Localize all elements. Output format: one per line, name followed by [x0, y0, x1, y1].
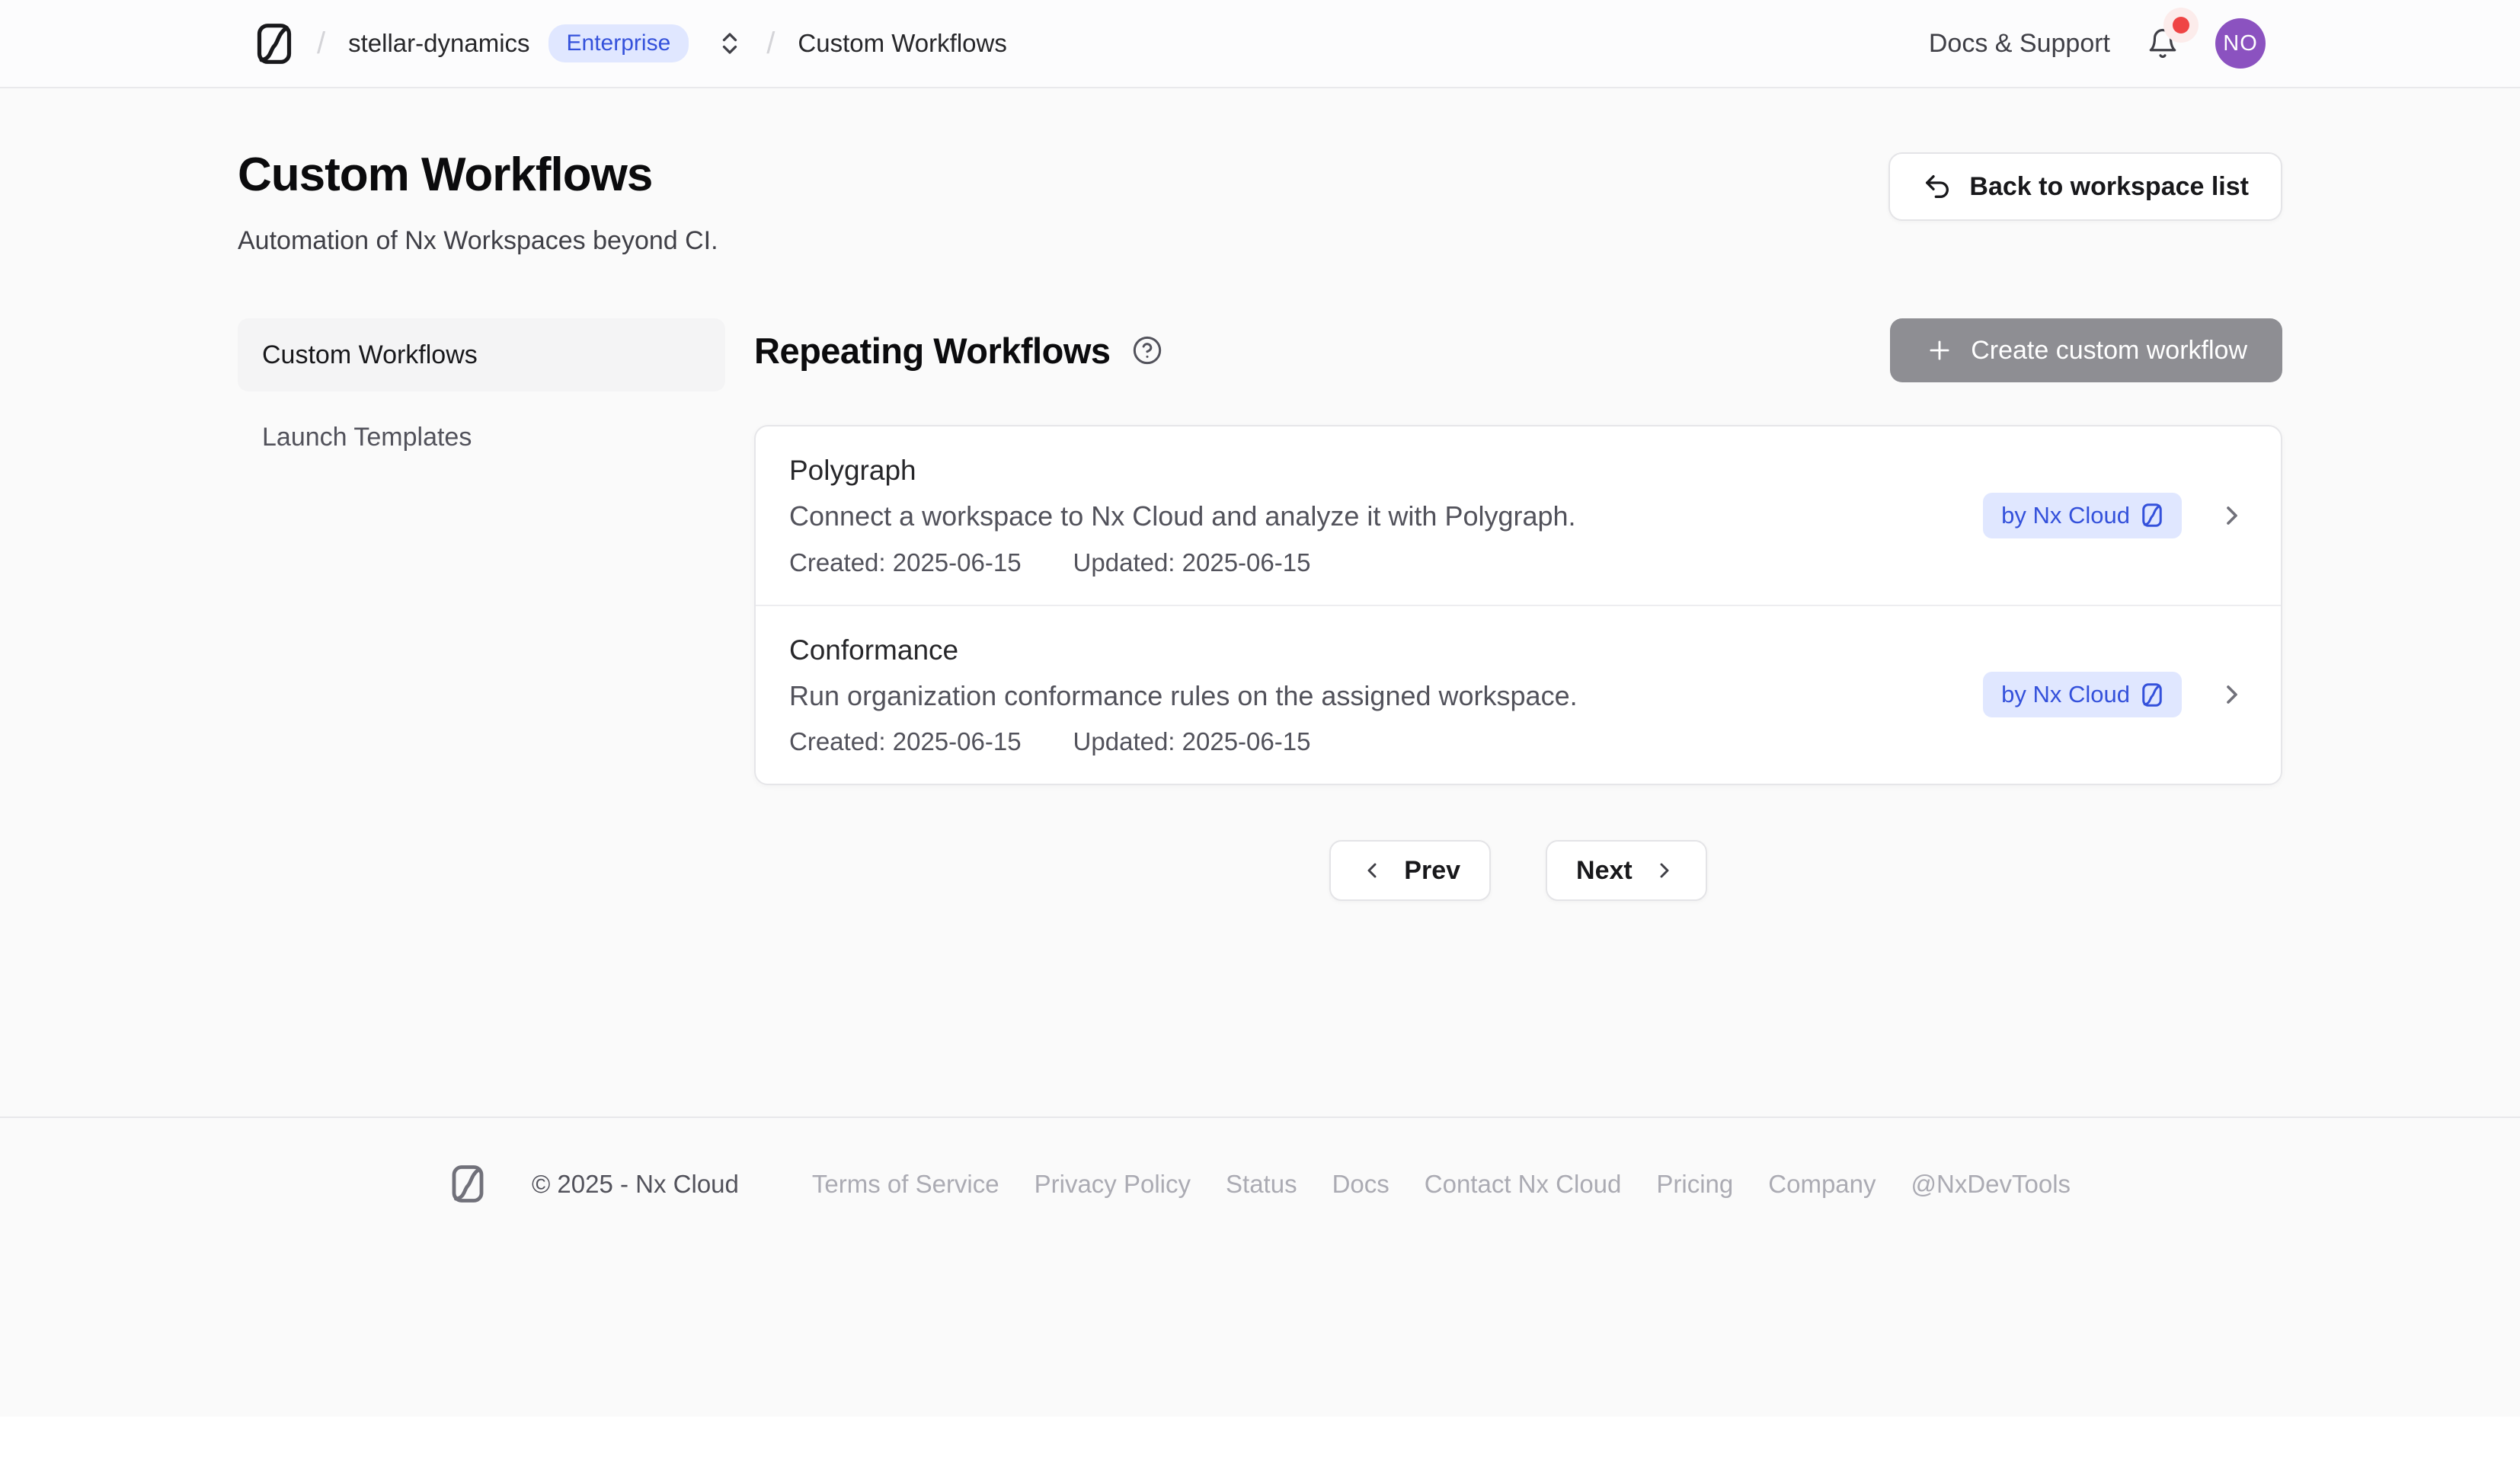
- workflow-description: Connect a workspace to Nx Cloud and anal…: [789, 500, 1983, 532]
- workflow-row-polygraph[interactable]: Polygraph Connect a workspace to Nx Clou…: [756, 426, 2281, 605]
- workflow-updated: Updated: 2025-06-15: [1073, 548, 1311, 577]
- workflow-row-conformance[interactable]: Conformance Run organization conformance…: [756, 605, 2281, 784]
- breadcrumb-separator: /: [766, 27, 775, 61]
- create-custom-workflow-button[interactable]: Create custom workflow: [1890, 318, 2282, 382]
- chevrons-up-down-icon[interactable]: [716, 30, 744, 57]
- footer-link-privacy[interactable]: Privacy Policy: [1035, 1170, 1191, 1199]
- app-root: / stellar-dynamics Enterprise / Custom W…: [0, 0, 2520, 1417]
- footer-link-contact[interactable]: Contact Nx Cloud: [1425, 1170, 1622, 1199]
- breadcrumb-separator: /: [317, 27, 325, 61]
- nx-cloud-logo-icon[interactable]: [254, 22, 294, 65]
- copyright-text: © 2025 - Nx Cloud: [532, 1170, 739, 1199]
- undo-arrow-icon: [1922, 171, 1952, 202]
- repeating-workflows-section: Repeating Workflows Create custom workfl…: [754, 318, 2282, 901]
- workflow-meta: Created: 2025-06-15 Updated: 2025-06-15: [789, 727, 1983, 756]
- workspace-name[interactable]: stellar-dynamics: [348, 29, 529, 58]
- docs-support-link[interactable]: Docs & Support: [1929, 29, 2110, 59]
- footer-link-pricing[interactable]: Pricing: [1656, 1170, 1733, 1199]
- pagination: Prev Next: [754, 840, 2282, 901]
- section-title: Repeating Workflows: [754, 330, 1111, 372]
- workflow-description: Run organization conformance rules on th…: [789, 679, 1983, 712]
- breadcrumb-current-page: Custom Workflows: [798, 29, 1006, 58]
- nav-actions: Docs & Support NO: [1929, 18, 2266, 69]
- user-avatar[interactable]: NO: [2215, 18, 2266, 69]
- footer-link-docs[interactable]: Docs: [1332, 1170, 1390, 1199]
- nx-footer-logo-icon: [449, 1164, 486, 1204]
- sidebar-item-launch-templates[interactable]: Launch Templates: [238, 401, 725, 474]
- footer-link-terms[interactable]: Terms of Service: [812, 1170, 999, 1199]
- prev-button[interactable]: Prev: [1329, 840, 1491, 901]
- workflow-name: Polygraph: [789, 454, 1983, 487]
- page-footer: © 2025 - Nx Cloud Terms of Service Priva…: [0, 1116, 2520, 1417]
- settings-sidebar: Custom Workflows Launch Templates: [238, 318, 725, 901]
- chevron-right-icon: [1652, 858, 1677, 883]
- chevron-left-icon: [1360, 858, 1384, 883]
- back-to-workspace-list-button[interactable]: Back to workspace list: [1888, 152, 2282, 221]
- chevron-right-icon[interactable]: [2217, 500, 2247, 531]
- help-icon[interactable]: [1132, 335, 1162, 366]
- plan-badge: Enterprise: [548, 24, 689, 62]
- footer-link-company[interactable]: Company: [1768, 1170, 1876, 1199]
- workflows-list: Polygraph Connect a workspace to Nx Clou…: [754, 425, 2282, 785]
- footer-link-status[interactable]: Status: [1226, 1170, 1297, 1199]
- by-nx-cloud-badge[interactable]: by Nx Cloud: [1983, 493, 2182, 538]
- sidebar-item-custom-workflows[interactable]: Custom Workflows: [238, 318, 725, 391]
- page-title: Custom Workflows: [238, 148, 718, 202]
- next-button[interactable]: Next: [1546, 840, 1707, 901]
- workflow-created: Created: 2025-06-15: [789, 727, 1022, 756]
- notifications-button[interactable]: [2147, 27, 2179, 59]
- bell-icon: [2147, 27, 2179, 59]
- page-subtitle: Automation of Nx Workspaces beyond CI.: [238, 226, 718, 256]
- avatar-initials: NO: [2223, 31, 2258, 56]
- nx-logo-icon: [2141, 503, 2163, 528]
- workflow-name: Conformance: [789, 634, 1983, 667]
- breadcrumb: / stellar-dynamics Enterprise / Custom W…: [254, 22, 1007, 65]
- top-nav: / stellar-dynamics Enterprise / Custom W…: [0, 0, 2520, 88]
- nx-logo-icon: [2141, 682, 2163, 708]
- workflow-updated: Updated: 2025-06-15: [1073, 727, 1311, 756]
- notification-dot: [2173, 17, 2189, 34]
- workspace-selector[interactable]: stellar-dynamics Enterprise: [348, 24, 744, 62]
- plus-icon: [1925, 336, 1954, 365]
- chevron-right-icon[interactable]: [2217, 679, 2247, 710]
- workflow-created: Created: 2025-06-15: [789, 548, 1022, 577]
- footer-link-nxdevtools[interactable]: @NxDevTools: [1911, 1170, 2071, 1199]
- by-nx-cloud-badge[interactable]: by Nx Cloud: [1983, 672, 2182, 717]
- workflow-meta: Created: 2025-06-15 Updated: 2025-06-15: [789, 548, 1983, 577]
- page-header: Custom Workflows Automation of Nx Worksp…: [238, 88, 2282, 256]
